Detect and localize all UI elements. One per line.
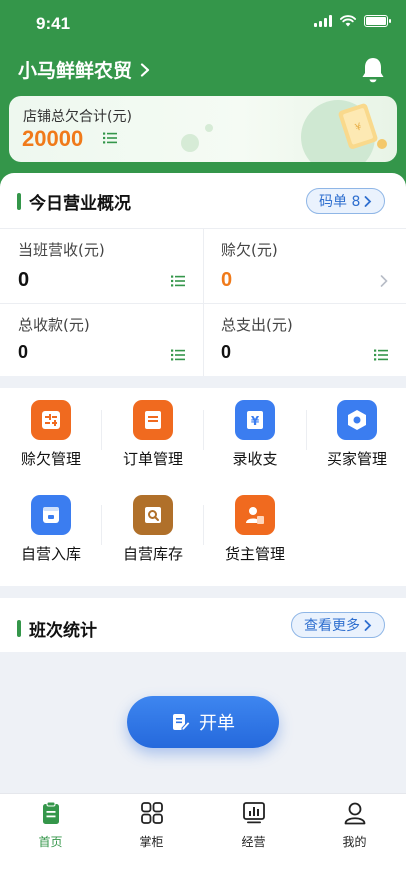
bell-icon[interactable] — [360, 56, 386, 84]
qr-orders-button[interactable]: 码单 8 — [306, 188, 386, 214]
shift-title-text: 班次统计 — [29, 621, 97, 641]
tab-label: 经营 — [241, 835, 266, 849]
feature-menu: 赊欠管理 订单管理 ¥ 录收支 买家管理 自营入库 自营库存 货主管理 — [0, 388, 406, 586]
view-more-label: 查看更多 — [304, 618, 360, 634]
shop-selector[interactable]: 小马鲜鲜农贸 — [18, 56, 150, 83]
warehouse-in-icon — [31, 495, 71, 535]
chevron-right-icon — [364, 195, 372, 207]
shift-title: 班次统计 — [17, 616, 97, 641]
list-icon[interactable] — [103, 132, 117, 144]
stat-label: 赊欠(元) — [221, 241, 278, 259]
menu-self-inventory[interactable]: 自营库存 — [102, 483, 204, 563]
receipt-illustration-icon: ¥ — [338, 103, 387, 149]
stat-total-expense[interactable]: 总支出(元) 0 — [203, 304, 406, 378]
chevron-right-icon — [140, 62, 150, 77]
menu-label: 录收支 — [232, 450, 278, 468]
overview-title: 今日营业概况 — [17, 189, 131, 214]
menu-label: 货主管理 — [224, 545, 285, 563]
owner-management-icon — [235, 495, 275, 535]
stat-shift-revenue[interactable]: 当班营收(元) 0 — [0, 229, 203, 303]
divider — [203, 228, 204, 376]
stat-value: 0 — [18, 342, 29, 362]
shop-name: 小马鲜鲜农贸 — [18, 60, 133, 82]
qr-orders-label: 码单 8 — [319, 194, 361, 210]
wifi-icon — [340, 15, 356, 27]
home-icon — [42, 801, 59, 824]
chevron-right-icon — [364, 619, 372, 631]
menu-label: 订单管理 — [122, 450, 183, 468]
menu-self-warehouse-in[interactable]: 自营入库 — [0, 483, 102, 563]
decor-bubble — [205, 124, 213, 132]
tab-business[interactable]: 经营 — [203, 800, 304, 850]
list-icon[interactable] — [171, 275, 185, 287]
income-expense-icon: ¥ — [235, 400, 275, 440]
debt-value: 20000 — [22, 126, 84, 151]
tab-profile[interactable]: 我的 — [304, 800, 405, 850]
order-management-icon — [133, 400, 173, 440]
menu-label: 自营库存 — [122, 545, 183, 563]
debt-title: 店铺总欠合计(元) — [23, 109, 132, 125]
chart-icon — [242, 802, 265, 824]
tab-manager[interactable]: 掌柜 — [101, 800, 202, 850]
status-time: 9:41 — [36, 14, 71, 33]
stat-value: 0 — [221, 342, 232, 362]
edit-document-icon — [173, 714, 191, 731]
battery-icon — [364, 15, 391, 27]
menu-label: 买家管理 — [326, 450, 387, 468]
chevron-right-icon[interactable] — [380, 275, 388, 287]
view-more-button[interactable]: 查看更多 — [291, 612, 385, 638]
stat-label: 总收款(元) — [18, 316, 90, 334]
overview-title-text: 今日营业概况 — [29, 194, 131, 214]
menu-label: 自营入库 — [20, 545, 81, 563]
menu-credit-management[interactable]: 赊欠管理 — [0, 388, 102, 468]
tab-home[interactable]: 首页 — [0, 800, 101, 850]
svg-text:¥: ¥ — [251, 414, 260, 428]
buyer-management-icon — [337, 400, 377, 440]
menu-owner-management[interactable]: 货主管理 — [204, 483, 306, 563]
menu-buyer-management[interactable]: 买家管理 — [306, 388, 406, 468]
tab-label: 首页 — [38, 835, 63, 849]
stat-credit[interactable]: 赊欠(元) 0 — [203, 229, 406, 303]
user-icon — [344, 802, 365, 825]
stat-value: 0 — [221, 269, 233, 291]
divider — [0, 303, 406, 304]
open-order-label: 开单 — [199, 713, 235, 734]
title-accent-bar — [17, 193, 21, 210]
credit-management-icon — [31, 400, 71, 440]
stat-label: 总支出(元) — [221, 316, 293, 334]
cellular-signal-icon — [314, 15, 332, 27]
list-icon[interactable] — [171, 349, 185, 361]
list-icon[interactable] — [374, 349, 388, 361]
inventory-icon — [133, 495, 173, 535]
status-bar: 9:41 — [0, 0, 406, 46]
status-icons — [314, 15, 391, 27]
menu-order-management[interactable]: 订单管理 — [102, 388, 204, 468]
stat-label: 当班营收(元) — [18, 241, 105, 259]
tab-label: 掌柜 — [139, 835, 164, 849]
grid-icon — [140, 802, 163, 824]
menu-income-expense[interactable]: ¥ 录收支 — [204, 388, 306, 468]
total-debt-card[interactable]: ¥ 店铺总欠合计(元) 20000 — [9, 96, 397, 162]
stat-total-received[interactable]: 总收款(元) 0 — [0, 304, 203, 378]
stat-value: 0 — [18, 269, 30, 291]
menu-label: 赊欠管理 — [20, 450, 81, 468]
tab-bar: 首页 掌柜 经营 我的 — [0, 793, 406, 883]
title-accent-bar — [17, 620, 21, 637]
open-order-button[interactable]: 开单 — [127, 696, 279, 748]
decor-bubble — [181, 134, 199, 152]
tab-label: 我的 — [342, 835, 367, 849]
